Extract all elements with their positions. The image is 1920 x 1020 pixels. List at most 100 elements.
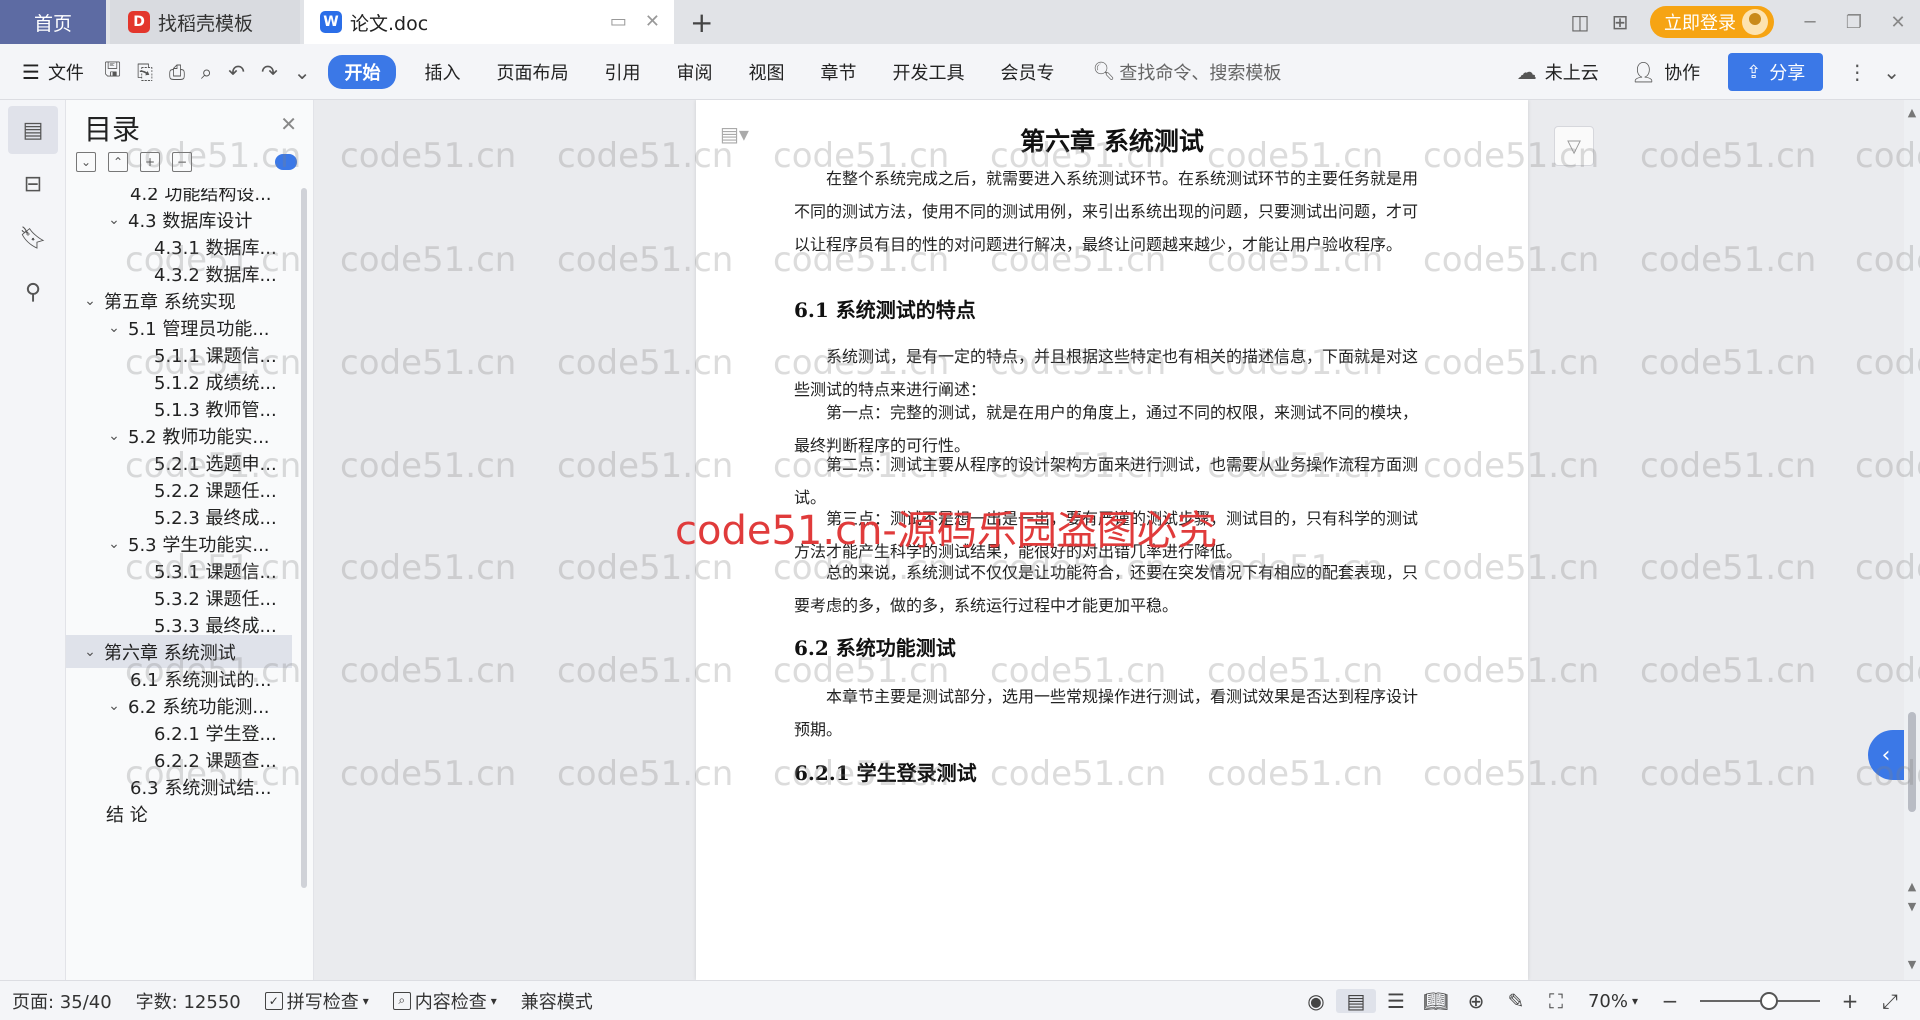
zoom-in-icon[interactable]: + xyxy=(1830,989,1870,1013)
chevron-down-icon[interactable]: ⌄ xyxy=(80,644,100,660)
collapse-ribbon-icon[interactable]: ⌄ xyxy=(1875,60,1908,84)
float-window-icon[interactable]: ▭ xyxy=(610,11,627,32)
zoom-value: 70% xyxy=(1587,990,1628,1012)
tab-member[interactable]: 会员专 xyxy=(982,59,1072,85)
writer-logo-icon: W xyxy=(320,11,342,33)
toc-scrollbar[interactable] xyxy=(301,188,307,888)
chevron-down-icon[interactable]: ⌄ xyxy=(104,212,124,228)
dropdown-arrow-icon: ▾ xyxy=(490,993,497,1008)
collaborate-button[interactable]: 👤︎ 协作 xyxy=(1611,59,1712,85)
scrollbar-thumb[interactable] xyxy=(1908,712,1916,812)
undo-icon[interactable]: ↶ xyxy=(220,60,253,84)
page-down-icon[interactable]: ▼ xyxy=(1904,900,1920,913)
tab-review[interactable]: 审阅 xyxy=(658,59,730,85)
file-menu[interactable]: ☰ 文件 xyxy=(0,59,96,85)
tab-section[interactable]: 章节 xyxy=(802,59,874,85)
redo-icon[interactable]: ↷ xyxy=(253,60,286,84)
vertical-scrollbar[interactable]: ▲ ▲ ▼ ▼ xyxy=(1904,100,1920,980)
zoom-level[interactable]: 70% ▾ xyxy=(1576,991,1650,1012)
page-up-icon[interactable]: ▲ xyxy=(1904,880,1920,893)
chevron-down-icon[interactable]: ⌄ xyxy=(104,536,124,552)
eye-protection-icon[interactable]: ◉ xyxy=(1296,989,1336,1013)
scroll-up-icon[interactable]: ▲ xyxy=(1904,106,1920,119)
reading-view-icon[interactable]: 📖︎ xyxy=(1416,989,1456,1013)
hamburger-icon: ☰ xyxy=(22,59,40,84)
content-check-icon: ⌕ xyxy=(392,991,411,1010)
save-icon[interactable]: 🖫 xyxy=(96,55,129,89)
export-pdf-icon[interactable]: ⎘ xyxy=(129,60,161,84)
print-icon[interactable]: ⎙ xyxy=(161,60,193,84)
minimize-icon[interactable]: ─ xyxy=(1788,0,1832,44)
reading-layout-icon[interactable]: ◫ xyxy=(1560,0,1600,44)
add-heading-icon[interactable]: + xyxy=(140,152,160,172)
more-icon[interactable]: ⋮ xyxy=(1839,60,1875,84)
spell-check-button[interactable]: ✓ 拼写检查 ▾ xyxy=(253,988,381,1014)
quick-access-dropdown-icon[interactable]: ⌄ xyxy=(286,60,319,84)
toc-item[interactable]: 结 论 xyxy=(66,797,292,830)
toc-item-label: 5.2.1 选题申... xyxy=(154,453,277,475)
close-window-icon[interactable]: ✕ xyxy=(1876,0,1920,44)
toc-item-label: 4.3.1 数据库... xyxy=(154,237,277,259)
toc-item-label: 5.1.1 课题信... xyxy=(154,345,277,367)
toc-panel-icon[interactable]: ▤ xyxy=(8,106,58,154)
apps-grid-icon[interactable]: ⊞ xyxy=(1600,0,1640,44)
fit-page-icon[interactable]: ⛶ xyxy=(1536,989,1576,1013)
remove-heading-icon[interactable]: − xyxy=(172,152,192,172)
command-search-input[interactable]: 🔍︎ 查找命令、搜索模板 xyxy=(1092,59,1412,85)
collapse-panel-icon[interactable]: ▽ xyxy=(1554,126,1594,166)
tab-developer[interactable]: 开发工具 xyxy=(874,59,982,85)
zoom-slider-knob[interactable] xyxy=(1760,992,1778,1010)
toc-item-label: 6.2.2 课题查... xyxy=(154,750,277,772)
chevron-down-icon[interactable]: ⌄ xyxy=(104,428,124,444)
page-view-icon[interactable]: ▤ xyxy=(1335,989,1376,1013)
outline-view-icon[interactable]: ☰ xyxy=(1376,989,1416,1013)
toc-item-label: 5.3.1 课题信... xyxy=(154,561,277,583)
page-indicator[interactable]: 页面: 35/40 xyxy=(0,988,124,1014)
toc-item-label: 5.3.2 课题任... xyxy=(154,588,277,610)
compat-mode: 兼容模式 xyxy=(520,991,593,1013)
content-check-button[interactable]: ⌕ 内容检查 ▾ xyxy=(381,988,509,1014)
document-page[interactable]: ▤▾ 第六章 系统测试 在整个系统完成之后，就需要进入系统测试环节。在系统测试环… xyxy=(696,100,1528,980)
restore-icon[interactable]: ❐ xyxy=(1832,0,1876,44)
bookmark-icon[interactable]: 🔖︎ xyxy=(8,214,58,262)
print-preview-icon[interactable]: ⌕ xyxy=(193,60,220,84)
tab-home[interactable]: 首页 xyxy=(0,0,106,44)
smart-toc-icon[interactable] xyxy=(275,154,297,170)
web-view-icon[interactable]: ⊕ xyxy=(1456,989,1496,1013)
tab-start[interactable]: 开始 xyxy=(328,54,397,89)
cloud-status[interactable]: ☁ 未上云 xyxy=(1497,59,1611,85)
expand-sidebar-icon[interactable]: ‹ xyxy=(1868,730,1904,780)
scroll-down-icon[interactable]: ▼ xyxy=(1904,958,1920,971)
chevron-down-icon[interactable]: ⌄ xyxy=(104,320,124,336)
user-plus-icon: 👤︎ xyxy=(1630,60,1657,84)
section-navigation-icon[interactable]: ⊟ xyxy=(8,160,58,208)
tab-insert[interactable]: 插入 xyxy=(406,59,478,85)
chevron-down-icon[interactable]: ⌄ xyxy=(104,698,124,714)
zoom-out-icon[interactable]: − xyxy=(1650,989,1690,1013)
expand-all-icon[interactable]: ⌄ xyxy=(76,152,96,172)
word-count[interactable]: 字数: 12550 xyxy=(124,988,253,1014)
new-tab-button[interactable]: + xyxy=(690,6,713,39)
collapse-all-icon[interactable]: ⌃ xyxy=(108,152,128,172)
search-panel-icon[interactable]: ⚲ xyxy=(8,268,58,316)
tab-page-layout[interactable]: 页面布局 xyxy=(478,59,586,85)
share-button[interactable]: ⇪ 分享 xyxy=(1728,53,1824,91)
tab-template[interactable]: D 找稻壳模板 xyxy=(110,0,300,44)
toc-item-label: 5.2.2 课题任... xyxy=(154,480,277,502)
fullscreen-icon[interactable]: ⤢ xyxy=(1870,989,1910,1013)
chapter-title: 第六章 系统测试 xyxy=(1020,127,1204,156)
tab-template-label: 找稻壳模板 xyxy=(158,12,254,35)
tab-references[interactable]: 引用 xyxy=(586,59,658,85)
chevron-down-icon[interactable]: ⌄ xyxy=(80,293,100,309)
tab-document[interactable]: W 论文.doc ▭ ✕ xyxy=(304,0,674,44)
tab-view[interactable]: 视图 xyxy=(730,59,802,85)
close-tab-icon[interactable]: ✕ xyxy=(645,11,660,32)
write-view-icon[interactable]: ✎ xyxy=(1496,989,1536,1013)
tab-document-label: 论文.doc xyxy=(350,12,429,35)
ribbon-toolbar: ☰ 文件 🖫 ⎘ ⎙ ⌕ ↶ ↷ ⌄ 开始 插入 页面布局 引用 审阅 视图 章… xyxy=(0,44,1920,100)
close-icon[interactable]: ✕ xyxy=(280,112,297,136)
command-search-placeholder: 查找命令、搜索模板 xyxy=(1119,62,1282,84)
share-icon: ⇪ xyxy=(1746,61,1762,83)
zoom-slider[interactable] xyxy=(1700,992,1820,1010)
login-button[interactable]: 立即登录 xyxy=(1650,6,1774,38)
